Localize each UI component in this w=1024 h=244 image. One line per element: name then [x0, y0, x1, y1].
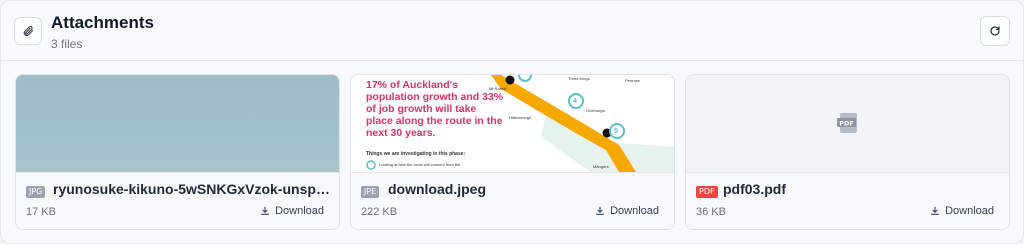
image-preview[interactable]: 17% of Auckland's population growth and …: [351, 75, 674, 172]
download-button[interactable]: Download: [595, 205, 659, 217]
file-name: download.jpeg: [388, 181, 486, 197]
download-button[interactable]: Download: [930, 205, 994, 217]
file-meta: JPE download.jpeg 222 KB Download: [351, 172, 674, 229]
stop-number: 5: [614, 128, 618, 135]
file-card[interactable]: 17% of Auckland's population growth and …: [350, 74, 675, 230]
place-label: Penrose: [625, 78, 640, 83]
route-stop-marker: [505, 75, 515, 85]
place-label: Mt Roskill: [489, 86, 507, 91]
file-name: pdf03.pdf: [723, 181, 786, 197]
stop-marker: [518, 75, 532, 82]
file-count: 3 files: [51, 37, 83, 51]
pdf-preview[interactable]: PDF: [686, 75, 1009, 172]
file-name: ryunosuke-kikuno-5wSNKGxVzok-unsplash.jp…: [53, 181, 333, 197]
download-icon: [596, 206, 604, 215]
file-card[interactable]: JPG ryunosuke-kikuno-5wSNKGxVzok-unsplas…: [15, 74, 340, 230]
download-icon: [261, 206, 269, 215]
file-size: 17 KB: [26, 206, 56, 218]
paperclip-icon: [23, 25, 34, 37]
file-meta: JPG ryunosuke-kikuno-5wSNKGxVzok-unsplas…: [16, 172, 339, 229]
refresh-button[interactable]: [980, 16, 1010, 46]
file-size: 36 KB: [696, 206, 726, 218]
attachments-header: Attachments 3 files: [1, 1, 1023, 61]
attachments-panel: Attachments 3 files JPG ryunosuke-kikuno…: [0, 0, 1024, 244]
file-size: 222 KB: [361, 206, 398, 218]
image-preview[interactable]: [16, 75, 339, 172]
list-bullet: [366, 160, 376, 170]
download-label: Download: [610, 205, 659, 217]
pdf-file-icon: PDF: [836, 112, 857, 133]
download-button[interactable]: Download: [260, 205, 324, 217]
place-label: Three Kings: [568, 76, 590, 81]
file-type-badge: PDF: [696, 186, 718, 198]
file-card[interactable]: PDF PDF pdf03.pdf 36 KB Download: [685, 74, 1010, 230]
page-title: Attachments: [51, 13, 154, 32]
download-label: Download: [945, 205, 994, 217]
place-label: Māngere: [593, 164, 609, 169]
file-meta: PDF pdf03.pdf 36 KB Download: [686, 172, 1009, 229]
preview-headline: 17% of Auckland's population growth and …: [366, 79, 504, 139]
place-label: Hillsborough: [509, 115, 532, 120]
file-type-badge: JPG: [26, 186, 46, 198]
download-icon: [931, 206, 939, 215]
attach-button[interactable]: [14, 17, 42, 45]
preview-subheading: Things we are investigating in this phas…: [366, 151, 466, 157]
stop-number: 4: [573, 98, 577, 105]
file-type-badge: JPE: [361, 186, 380, 198]
place-label: Onehunga: [586, 108, 605, 113]
pdf-icon-label: PDF: [839, 119, 854, 127]
preview-item: Looking at how the route will connect fr…: [379, 162, 461, 167]
refresh-icon: [990, 26, 1000, 36]
download-label: Download: [275, 205, 324, 217]
